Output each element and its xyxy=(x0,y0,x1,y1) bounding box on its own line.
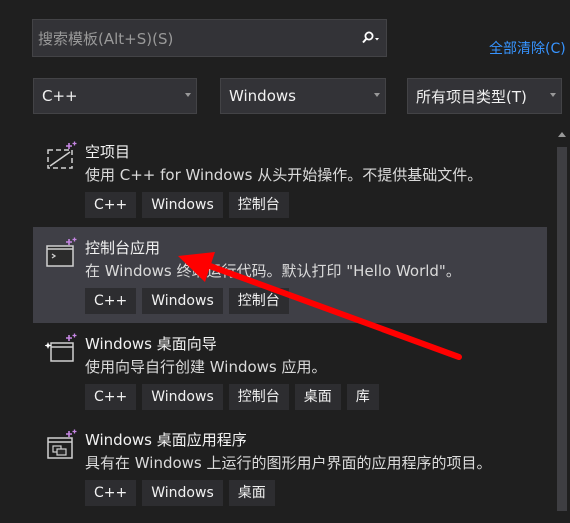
tag-desktop: 桌面 xyxy=(294,384,341,410)
tag-windows: Windows xyxy=(142,192,223,218)
tag-desktop: 桌面 xyxy=(228,480,275,506)
tag-windows: Windows xyxy=(142,384,223,410)
tag-console: 控制台 xyxy=(228,288,289,314)
scrollbar[interactable] xyxy=(555,131,569,523)
desktop-app-icon xyxy=(45,429,77,461)
template-tags: C++ Windows 控制台 xyxy=(85,192,289,218)
clear-all-link[interactable]: 全部清除(C) xyxy=(489,38,566,58)
language-filter-value: C++ xyxy=(42,87,78,105)
scroll-up-arrow-icon[interactable] xyxy=(558,132,566,137)
template-item-desktop-wizard[interactable]: Windows 桌面向导 使用向导自行创建 Windows 应用。 C++ Wi… xyxy=(33,323,547,419)
console-app-icon xyxy=(45,237,77,269)
tag-console: 控制台 xyxy=(228,192,289,218)
scrollbar-thumb[interactable] xyxy=(557,147,567,511)
platform-filter-value: Windows xyxy=(229,87,296,105)
search-icon[interactable] xyxy=(356,20,386,56)
template-title: 控制台应用 xyxy=(85,239,161,257)
chevron-down-icon xyxy=(185,93,191,97)
template-description: 使用向导自行创建 Windows 应用。 xyxy=(85,358,327,376)
tag-cpp: C++ xyxy=(85,480,137,506)
tag-cpp: C++ xyxy=(85,384,137,410)
search-input[interactable]: 搜索模板(Alt+S)(S) xyxy=(32,19,387,57)
empty-project-icon xyxy=(45,141,77,173)
chevron-down-icon xyxy=(550,93,556,97)
tag-cpp: C++ xyxy=(85,192,137,218)
search-placeholder: 搜索模板(Alt+S)(S) xyxy=(38,29,174,48)
template-tags: C++ Windows 桌面 xyxy=(85,480,275,506)
tag-cpp: C++ xyxy=(85,288,137,314)
template-tags: C++ Windows 控制台 xyxy=(85,288,289,314)
template-item-console-app[interactable]: 控制台应用 在 Windows 终端运行代码。默认打印 "Hello World… xyxy=(33,227,547,323)
project-type-filter-dropdown[interactable]: 所有项目类型(T) xyxy=(407,78,562,114)
chevron-down-icon xyxy=(374,93,380,97)
template-item-desktop-app[interactable]: Windows 桌面应用程序 具有在 Windows 上运行的图形用户界面的应用… xyxy=(33,419,547,515)
tag-library: 库 xyxy=(346,384,379,410)
language-filter-dropdown[interactable]: C++ xyxy=(33,78,197,114)
tag-windows: Windows xyxy=(142,288,223,314)
template-list: 空项目 使用 C++ for Windows 从头开始操作。不提供基础文件。 C… xyxy=(33,131,547,523)
template-description: 使用 C++ for Windows 从头开始操作。不提供基础文件。 xyxy=(85,166,483,184)
template-title: Windows 桌面向导 xyxy=(85,335,217,353)
template-description: 具有在 Windows 上运行的图形用户界面的应用程序的项目。 xyxy=(85,454,492,472)
template-tags: C++ Windows 控制台 桌面 库 xyxy=(85,384,379,410)
platform-filter-dropdown[interactable]: Windows xyxy=(220,78,386,114)
tag-console: 控制台 xyxy=(228,384,289,410)
template-title: 空项目 xyxy=(85,143,131,161)
project-type-filter-value: 所有项目类型(T) xyxy=(416,87,527,106)
template-item-empty-project[interactable]: 空项目 使用 C++ for Windows 从头开始操作。不提供基础文件。 C… xyxy=(33,131,547,227)
template-description: 在 Windows 终端运行代码。默认打印 "Hello World"。 xyxy=(85,262,461,280)
wizard-icon xyxy=(44,333,77,365)
template-title: Windows 桌面应用程序 xyxy=(85,431,247,449)
tag-windows: Windows xyxy=(142,480,223,506)
